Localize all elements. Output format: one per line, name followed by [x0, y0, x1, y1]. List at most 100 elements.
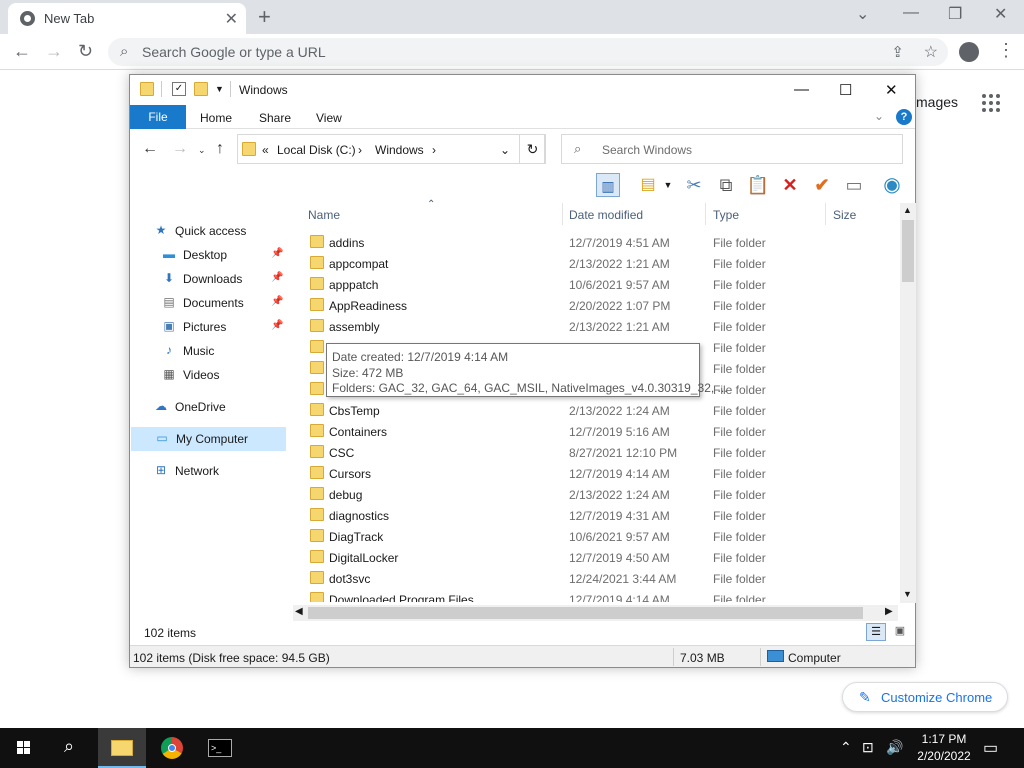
minimize-icon[interactable]: —: [903, 4, 919, 22]
explorer-minimize-icon[interactable]: —: [794, 81, 809, 98]
file-row[interactable]: DiagTrack 10/6/2021 9:57 AM File folder: [305, 526, 900, 547]
nav-item-downloads[interactable]: ⬇ Downloads 📌: [130, 267, 288, 291]
paste-icon[interactable]: 📋: [746, 173, 770, 197]
tab-view[interactable]: View: [316, 111, 342, 125]
nav-item-pictures[interactable]: ▣ Pictures 📌: [130, 315, 288, 339]
view-options-chevron-icon[interactable]: ▼: [656, 173, 680, 197]
taskbar-chrome[interactable]: [148, 728, 196, 768]
show-hidden-icons-icon[interactable]: ⌃: [840, 739, 852, 756]
file-row[interactable]: debug 2/13/2022 1:24 AM File folder: [305, 484, 900, 505]
check-icon[interactable]: ✔: [810, 173, 834, 197]
tab-close-icon[interactable]: ✕: [225, 9, 238, 29]
column-date-modified[interactable]: Date modified: [569, 208, 643, 222]
preview-pane-icon[interactable]: ▥: [596, 173, 620, 197]
explorer-close-icon[interactable]: ✕: [885, 81, 898, 99]
file-row[interactable]: Containers 12/7/2019 5:16 AM File folder: [305, 421, 900, 442]
reload-icon[interactable]: ↻: [78, 41, 93, 62]
address-part-windows[interactable]: Windows: [375, 143, 424, 157]
rename-icon[interactable]: ▭: [842, 173, 866, 197]
network-status-icon[interactable]: ⊡: [862, 739, 874, 756]
column-name[interactable]: Name: [308, 208, 340, 222]
column-type[interactable]: Type: [713, 208, 739, 222]
search-windows-input[interactable]: ⌕ Search Windows: [561, 134, 903, 164]
new-tab-plus-icon[interactable]: +: [258, 4, 271, 30]
customize-chrome-button[interactable]: ✎ Customize Chrome: [842, 682, 1008, 712]
scroll-down-icon[interactable]: ▼: [903, 589, 912, 599]
taskbar-file-explorer[interactable]: [98, 728, 146, 768]
chrome-menu-icon[interactable]: ⋮: [997, 40, 1015, 61]
profile-avatar-icon[interactable]: [959, 42, 979, 62]
nav-item-onedrive[interactable]: ☁ OneDrive: [130, 395, 288, 419]
tab-search-chevron-icon[interactable]: ⌄: [856, 4, 869, 24]
notifications-icon[interactable]: ▭: [983, 738, 998, 758]
pin-icon[interactable]: 📌: [271, 248, 283, 259]
help-icon[interactable]: ?: [896, 109, 912, 125]
column-divider[interactable]: [562, 203, 563, 225]
clock-date[interactable]: 2/20/2022: [912, 749, 976, 763]
refresh-icon[interactable]: ↻: [519, 134, 546, 164]
bookmark-star-icon[interactable]: ☆: [924, 42, 938, 62]
file-row[interactable]: DigitalLocker 12/7/2019 4:50 AM File folde…: [305, 547, 900, 568]
address-history-chevron-icon[interactable]: ⌄: [500, 143, 510, 157]
nav-item-desktop[interactable]: ▬ Desktop 📌: [130, 243, 288, 267]
column-divider[interactable]: [825, 203, 826, 225]
file-row[interactable]: diagnostics 12/7/2019 4:31 AM File folder: [305, 505, 900, 526]
images-link[interactable]: mages: [916, 94, 958, 110]
tab-new-tab[interactable]: New Tab ✕: [8, 3, 246, 34]
file-row[interactable]: CSC 8/27/2021 12:10 PM File folder: [305, 442, 900, 463]
address-part-local-disk[interactable]: Local Disk (C:): [277, 143, 356, 157]
back-arrow-icon[interactable]: ←: [13, 41, 31, 62]
nav-item-my-computer[interactable]: ▭ My Computer: [131, 427, 286, 451]
clock-time[interactable]: 1:17 PM: [917, 732, 971, 746]
address-overflow[interactable]: «: [262, 143, 269, 157]
customize-qat-chevron-icon[interactable]: ▼: [215, 84, 224, 94]
scroll-left-icon[interactable]: ◀: [295, 606, 303, 617]
expand-ribbon-chevron-icon[interactable]: ⌄: [874, 109, 884, 123]
file-row[interactable]: appcompat 2/13/2022 1:21 AM File folder: [305, 253, 900, 274]
scroll-up-icon[interactable]: ▲: [903, 205, 912, 215]
file-row[interactable]: assembly 2/13/2022 1:21 AM File folder: [305, 316, 900, 337]
horizontal-scroll-thumb[interactable]: [308, 607, 863, 619]
copy-icon[interactable]: ⧉: [714, 173, 738, 197]
column-size[interactable]: Size: [833, 208, 856, 222]
file-row[interactable]: Downloaded Program Files 12/7/2019 4:14 A…: [305, 589, 900, 602]
column-divider[interactable]: [705, 203, 706, 225]
taskbar-terminal[interactable]: >_: [196, 728, 244, 768]
up-arrow-icon[interactable]: ↑: [216, 140, 224, 158]
forward-arrow-icon[interactable]: →: [45, 41, 63, 62]
explorer-forward-icon[interactable]: →: [172, 140, 188, 158]
nav-item-network[interactable]: ⊞ Network: [130, 459, 288, 483]
file-row[interactable]: apppatch 10/6/2021 9:57 AM File folder: [305, 274, 900, 295]
tab-file[interactable]: File: [130, 105, 186, 129]
large-icons-view-icon[interactable]: ▣: [890, 623, 910, 641]
explorer-maximize-icon[interactable]: ☐: [839, 81, 852, 99]
restore-icon[interactable]: ❐: [948, 4, 962, 24]
details-view-icon[interactable]: ☰: [866, 623, 886, 641]
pin-icon[interactable]: 📌: [271, 296, 283, 307]
delete-icon[interactable]: ✕: [778, 173, 802, 197]
file-row[interactable]: AppReadiness 2/20/2022 1:07 PM File folder: [305, 295, 900, 316]
close-window-icon[interactable]: ✕: [994, 4, 1007, 24]
google-apps-icon[interactable]: [982, 94, 1000, 112]
properties-icon[interactable]: ✓: [172, 82, 186, 96]
volume-icon[interactable]: 🔊: [886, 739, 903, 756]
file-row[interactable]: dot3svc 12/24/2021 3:44 AM File folder: [305, 568, 900, 589]
nav-item-documents[interactable]: ▤ Documents 📌: [130, 291, 288, 315]
pin-icon[interactable]: 📌: [271, 272, 283, 283]
globe-icon[interactable]: ◉: [880, 173, 904, 197]
scroll-right-icon[interactable]: ▶: [885, 606, 893, 617]
nav-item-videos[interactable]: ▦ Videos: [130, 363, 288, 387]
pin-icon[interactable]: 📌: [271, 320, 283, 331]
start-button[interactable]: [0, 728, 48, 768]
new-folder-icon[interactable]: [194, 82, 208, 96]
recent-locations-chevron-icon[interactable]: ⌄: [198, 145, 206, 156]
vertical-scroll-thumb[interactable]: [902, 220, 914, 282]
file-row[interactable]: addins 12/7/2019 4:51 AM File folder: [305, 232, 900, 253]
taskbar-search-button[interactable]: ⌕: [48, 728, 96, 768]
cut-icon[interactable]: ✂: [682, 173, 706, 197]
explorer-back-icon[interactable]: ←: [142, 140, 158, 158]
nav-item-quick-access[interactable]: ★ Quick access: [130, 219, 288, 243]
address-bar[interactable]: « Local Disk (C:) › Windows › ⌄: [237, 134, 545, 164]
nav-item-music[interactable]: ♪ Music: [130, 339, 288, 363]
omnibox[interactable]: ⌕ Search Google or type a URL ⇪ ☆: [108, 38, 948, 66]
